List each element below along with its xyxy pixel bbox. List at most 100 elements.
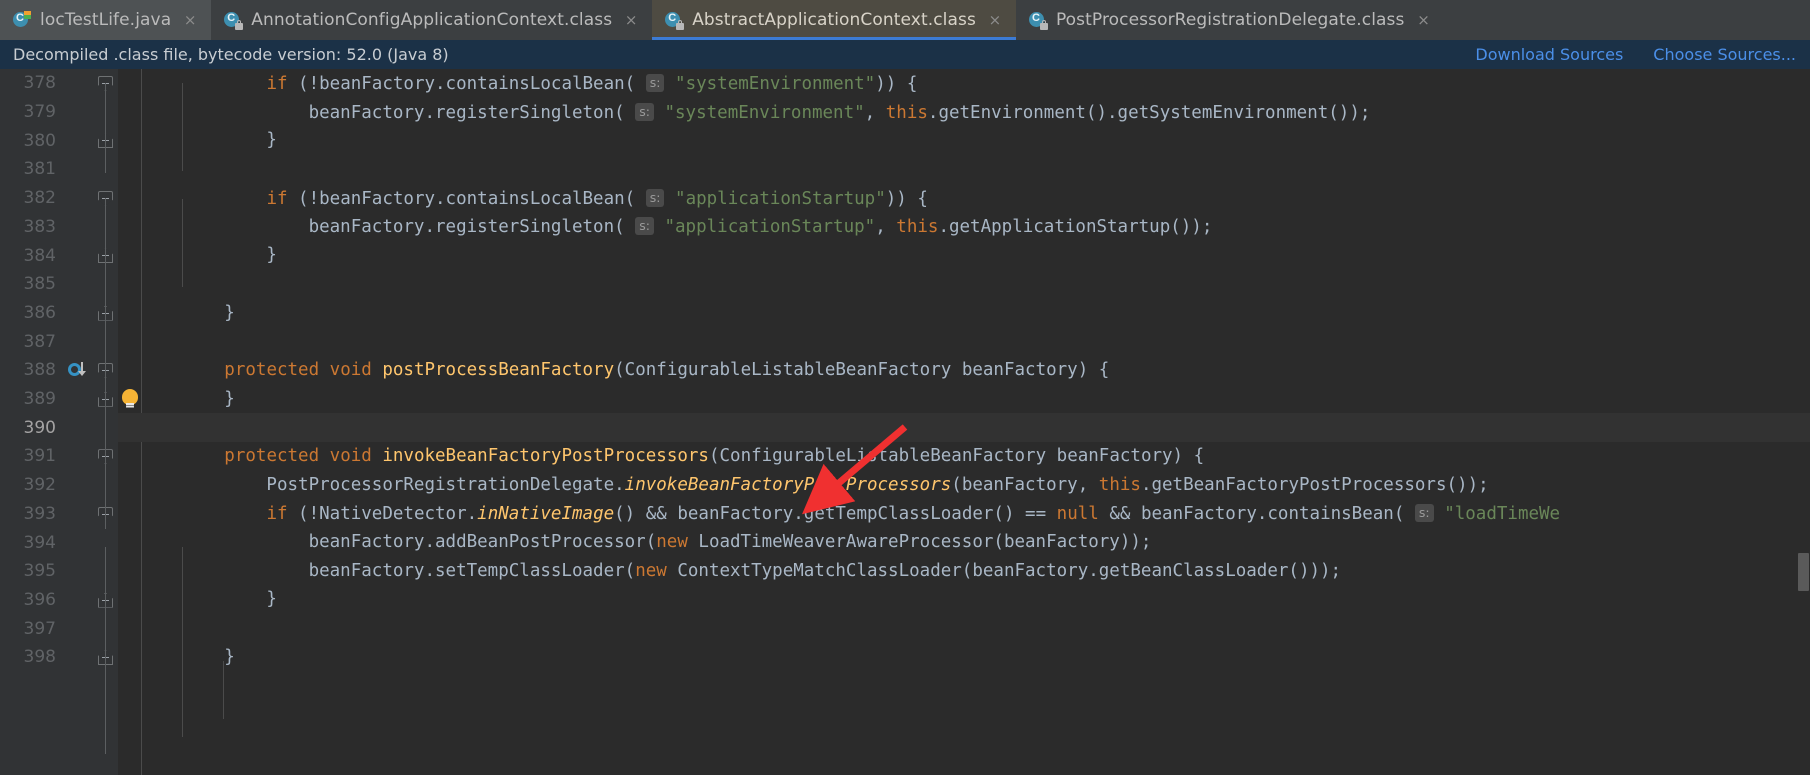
code-line[interactable]: } xyxy=(118,385,1810,414)
code-line[interactable]: if (!NativeDetector.inNativeImage() && b… xyxy=(118,499,1810,528)
line-number: 385 xyxy=(23,274,56,295)
code-token: postProcessBeanFactory xyxy=(382,359,615,380)
code-line[interactable]: if (!beanFactory.containsLocalBean( s: "… xyxy=(118,184,1810,213)
parameter-hint-badge: s: xyxy=(645,74,665,92)
code-token: LoadTimeWeaverAwareProcessor(beanFactory… xyxy=(687,532,1152,552)
fold-rail xyxy=(105,604,106,754)
code-line[interactable]: beanFactory.addBeanPostProcessor(new Loa… xyxy=(118,528,1810,557)
line-number: 395 xyxy=(23,561,56,582)
code-token: invokeBeanFactoryPostProcessors xyxy=(624,474,952,495)
tab-locTestLife-java[interactable]: locTestLife.java × xyxy=(0,0,212,40)
code-line[interactable]: } xyxy=(118,585,1810,614)
code-line[interactable]: if (!beanFactory.containsLocalBean( s: "… xyxy=(118,69,1810,98)
code-token: (beanFactory, xyxy=(951,474,1099,495)
fold-rail xyxy=(105,198,106,288)
code-line[interactable] xyxy=(118,270,1810,299)
code-line[interactable]: beanFactory.registerSingleton( s: "syste… xyxy=(118,98,1810,127)
code-line[interactable]: } xyxy=(118,299,1810,328)
line-number: 380 xyxy=(23,130,56,151)
tab-AbstractApplicationContext-class[interactable]: AbstractApplicationContext.class × xyxy=(652,0,1016,40)
fold-rail xyxy=(105,489,106,529)
code-token: PostProcessorRegistrationDelegate. xyxy=(140,474,625,495)
override-method-icon[interactable] xyxy=(68,361,90,379)
code-token: beanFactory.registerSingleton( xyxy=(140,217,625,238)
code-token: if xyxy=(266,504,288,525)
gutter-line[interactable]: 387 xyxy=(0,327,118,356)
code-token: } xyxy=(140,589,277,610)
gutter-line[interactable]: 397 xyxy=(0,614,118,643)
tab-PostProcessorRegistrationDelegate-class[interactable]: PostProcessorRegistrationDelegate.class … xyxy=(1015,0,1445,40)
code-line[interactable]: protected void postProcessBeanFactory(Co… xyxy=(118,356,1810,385)
line-number: 386 xyxy=(23,302,56,323)
code-text-area[interactable]: if (!beanFactory.containsLocalBean( s: "… xyxy=(118,69,1810,775)
line-number: 383 xyxy=(23,216,56,237)
gutter-line[interactable]: 390 xyxy=(0,413,118,442)
code-token: } xyxy=(140,302,235,323)
vertical-scrollbar-thumb[interactable] xyxy=(1798,553,1809,591)
code-token: beanFactory.addBeanPostProcessor( xyxy=(140,532,657,552)
code-line[interactable] xyxy=(118,155,1810,184)
code-token: inNativeImage xyxy=(477,504,615,525)
code-token: "systemEnvironment" xyxy=(675,74,876,94)
code-lines: if (!beanFactory.containsLocalBean( s: "… xyxy=(118,69,1810,671)
code-token: () && beanFactory.getTempClassLoader() =… xyxy=(614,504,1057,525)
code-line[interactable]: protected void invokeBeanFactoryPostProc… xyxy=(118,442,1810,471)
code-editor[interactable]: 378 379 380 381 382 383 384 385 386 387 388 389 390 3… xyxy=(0,69,1810,775)
code-token: beanFactory.registerSingleton( xyxy=(140,102,625,123)
gutter-line[interactable]: 392 xyxy=(0,471,118,500)
code-line[interactable]: beanFactory.setTempClassLoader(new Conte… xyxy=(118,557,1810,586)
tab-label: AbstractApplicationContext.class xyxy=(692,10,976,30)
line-number: 387 xyxy=(23,331,56,352)
code-token: "applicationStartup" xyxy=(675,188,886,209)
code-line[interactable] xyxy=(118,413,1810,442)
code-line[interactable] xyxy=(118,327,1810,356)
code-token: (!beanFactory.containsLocalBean( xyxy=(287,74,636,94)
gutter-line[interactable]: 394 xyxy=(0,528,118,557)
code-line[interactable]: } xyxy=(118,241,1810,270)
gutter-line[interactable]: 379 xyxy=(0,98,118,127)
code-token: if xyxy=(266,74,288,94)
editor-gutter[interactable]: 378 379 380 381 382 383 384 385 386 387 388 389 390 3… xyxy=(0,69,118,775)
code-line[interactable]: PostProcessorRegistrationDelegate.invoke… xyxy=(118,471,1810,500)
code-token: null xyxy=(1056,504,1099,525)
code-line[interactable]: } xyxy=(118,126,1810,155)
gutter-line[interactable]: 385 xyxy=(0,270,118,299)
code-line[interactable]: beanFactory.registerSingleton( s: "appli… xyxy=(118,212,1810,241)
code-token: } xyxy=(140,245,277,266)
fold-rail xyxy=(105,429,106,489)
code-line[interactable] xyxy=(118,614,1810,643)
code-token: (!NativeDetector. xyxy=(287,504,478,525)
gutter-line[interactable]: 381 xyxy=(0,155,118,184)
code-token: )) { xyxy=(885,188,928,209)
code-token: invokeBeanFactoryPostProcessors xyxy=(382,445,709,466)
code-line[interactable]: } xyxy=(118,643,1810,672)
code-token: )) { xyxy=(875,74,918,94)
tab-label: locTestLife.java xyxy=(40,10,172,30)
line-number: 389 xyxy=(23,389,56,410)
tab-close-icon[interactable]: × xyxy=(183,12,197,28)
line-number: 393 xyxy=(23,503,56,524)
tab-close-icon[interactable]: × xyxy=(988,12,1002,28)
tab-close-icon[interactable]: × xyxy=(624,12,638,28)
download-sources-link[interactable]: Download Sources xyxy=(1475,45,1623,64)
code-token: new xyxy=(656,532,688,552)
gutter-line[interactable]: 383 xyxy=(0,213,118,242)
vertical-scrollbar[interactable] xyxy=(1797,69,1810,775)
line-number: 397 xyxy=(23,618,56,639)
tab-AnnotationConfigApplicationContext-class[interactable]: AnnotationConfigApplicationContext.class… xyxy=(211,0,653,40)
tab-close-icon[interactable]: × xyxy=(1416,12,1430,28)
line-number: 379 xyxy=(23,102,56,123)
decompiled-class-icon xyxy=(1028,11,1048,30)
code-token: "systemEnvironment" xyxy=(664,102,865,123)
choose-sources-link[interactable]: Choose Sources... xyxy=(1653,45,1796,64)
line-number: 382 xyxy=(23,188,56,209)
parameter-hint-badge: s: xyxy=(635,217,654,236)
line-number: 394 xyxy=(23,532,56,553)
notification-message: Decompiled .class file, bytecode version… xyxy=(13,45,449,64)
gutter-line[interactable]: 395 xyxy=(0,557,118,586)
